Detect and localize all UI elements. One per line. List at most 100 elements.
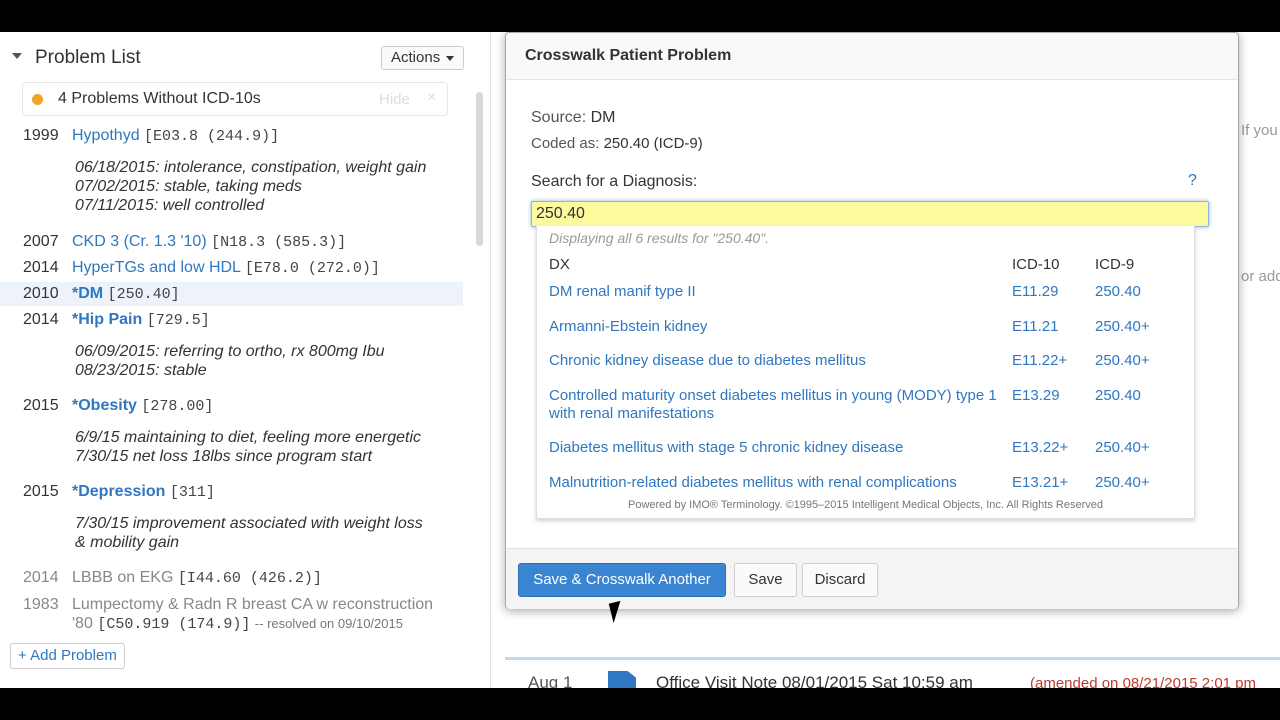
problem-year: 1983 <box>23 596 59 613</box>
result-icd9: 250.40+ <box>1095 318 1150 335</box>
visit-date: Aug 1 <box>528 673 573 688</box>
problem-name[interactable]: *Obesity <box>72 397 137 414</box>
background-snippet: If you <box>1241 122 1278 139</box>
result-icd9: 250.40+ <box>1095 352 1150 369</box>
problem-note: 08/23/2015: stable <box>75 362 207 379</box>
problem-name[interactable]: *Hip Pain <box>72 311 142 328</box>
problem-note: 07/11/2015: well controlled <box>75 197 265 214</box>
problem-list-header: Problem List Actions <box>0 44 470 74</box>
problem-item[interactable]: 2014 *Hip Pain [729.5] <box>0 311 470 331</box>
problem-note: 06/09/2015: referring to ortho, rx 800mg… <box>75 343 385 360</box>
source-line: Source: DM <box>531 109 615 127</box>
problem-name-cont: '80 <box>72 615 93 632</box>
problem-year: 1999 <box>23 127 59 144</box>
problem-codes: [278.00] <box>141 398 214 415</box>
problem-item-resolved[interactable]: 1983 Lumpectomy & Radn R breast CA w rec… <box>0 596 470 636</box>
problem-item[interactable]: 2015 *Depression [311] <box>0 483 470 503</box>
visit-note-title[interactable]: Office Visit Note 08/01/2015 Sat 10:59 a… <box>656 673 973 688</box>
problem-year: 2007 <box>23 233 59 250</box>
problem-name[interactable]: CKD 3 (Cr. 1.3 '10) <box>72 233 207 250</box>
problem-item[interactable]: 2014 HyperTGs and low HDL [E78.0 (272.0)… <box>0 259 470 279</box>
problem-note: 6/9/15 maintaining to diet, feeling more… <box>75 429 421 446</box>
problem-codes: [I44.60 (426.2)] <box>177 570 322 587</box>
problem-codes: [729.5] <box>146 312 210 329</box>
scrollbar[interactable] <box>476 92 483 246</box>
result-row[interactable]: Chronic kidney disease due to diabetes m… <box>537 352 1194 374</box>
problem-item[interactable]: 1999 Hypothyd [E03.8 (244.9)] <box>0 127 470 147</box>
source-label: Source: <box>531 109 587 126</box>
problem-name[interactable]: Lumpectomy & Radn R breast CA w reconstr… <box>72 596 433 614</box>
problem-codes: [311] <box>169 484 215 501</box>
alert-text[interactable]: 4 Problems Without ICD-10s <box>58 90 261 108</box>
column-header-dx: DX <box>549 256 570 273</box>
result-icd10: E11.22+ <box>1012 352 1068 369</box>
resolved-date: -- resolved on 09/10/2015 <box>254 616 403 631</box>
result-row[interactable]: Controlled maturity onset diabetes melli… <box>537 387 1194 427</box>
result-dx: Chronic kidney disease due to diabetes m… <box>549 352 866 369</box>
discard-button[interactable]: Discard <box>802 563 878 597</box>
problem-note: 7/30/15 net loss 18lbs since program sta… <box>75 448 373 465</box>
result-icd9: 250.40 <box>1095 283 1141 300</box>
problem-year: 2015 <box>23 483 59 500</box>
problem-codes: [N18.3 (585.3)] <box>211 234 347 251</box>
crosswalk-modal: Crosswalk Patient Problem Source: DM Cod… <box>505 32 1239 609</box>
save-and-crosswalk-another-button[interactable]: Save & Crosswalk Another <box>518 563 726 597</box>
result-row[interactable]: Diabetes mellitus with stage 5 chronic k… <box>537 439 1194 461</box>
help-icon[interactable]: ? <box>1188 172 1197 190</box>
result-row[interactable]: DM renal manif type II E11.29 250.40 <box>537 283 1194 305</box>
problem-item-selected[interactable]: 2010 *DM [250.40] <box>0 282 463 306</box>
problem-note: 06/18/2015: intolerance, constipation, w… <box>75 159 427 176</box>
problem-year: 2014 <box>23 259 59 276</box>
problem-item[interactable]: 2007 CKD 3 (Cr. 1.3 '10) [N18.3 (585.3)] <box>0 233 470 253</box>
app-screen: If you or add Aug 1 Office Visit Note 08… <box>0 32 1280 688</box>
result-icd9: 250.40 <box>1095 387 1141 404</box>
problem-year: 2015 <box>23 397 59 414</box>
problem-note: 7/30/15 improvement associated with weig… <box>75 515 423 532</box>
problem-note: & mobility gain <box>75 534 180 551</box>
close-icon[interactable]: × <box>427 89 436 107</box>
background-snippet: or add <box>1241 268 1280 285</box>
warning-dot-icon <box>32 94 43 105</box>
coded-label: Coded as: <box>531 135 600 152</box>
hide-link[interactable]: Hide <box>379 91 410 108</box>
source-value: DM <box>590 109 616 126</box>
save-button[interactable]: Save <box>734 563 797 597</box>
add-problem-button[interactable]: + Add Problem <box>10 643 125 669</box>
problem-name[interactable]: LBBB on EKG <box>72 569 173 586</box>
problem-name[interactable]: *DM <box>72 285 103 302</box>
result-row[interactable]: Armanni-Ebstein kidney E11.21 250.40+ <box>537 318 1194 340</box>
column-header-icd9: ICD-9 <box>1095 256 1135 273</box>
actions-dropdown[interactable]: Actions <box>381 46 465 70</box>
result-dx: Malnutrition-related diabetes mellitus w… <box>549 474 957 491</box>
results-info: Displaying all 6 results for "250.40". <box>549 230 770 246</box>
result-dx: DM renal manif type II <box>549 283 696 300</box>
result-icd10: E11.21 <box>1012 318 1059 335</box>
modal-title: Crosswalk Patient Problem <box>525 47 732 64</box>
result-icd9: 250.40+ <box>1095 474 1150 491</box>
chevron-down-icon <box>446 55 455 61</box>
modal-footer: Save & Crosswalk Another Save Discard <box>506 548 1238 609</box>
problem-name[interactable]: *Depression <box>72 483 165 500</box>
result-icd10: E13.29 <box>1012 387 1060 404</box>
diagnosis-search-input[interactable] <box>531 201 1209 227</box>
result-icd10: E13.21+ <box>1012 474 1069 491</box>
result-row[interactable]: Malnutrition-related diabetes mellitus w… <box>537 474 1194 496</box>
result-icd9: 250.40+ <box>1095 439 1150 456</box>
problem-item-inactive[interactable]: 2014 LBBB on EKG [I44.60 (426.2)] <box>0 569 470 589</box>
problem-item[interactable]: 2015 *Obesity [278.00] <box>0 397 470 417</box>
amended-note: (amended on 08/21/2015 2:01 pm <box>1030 675 1257 688</box>
collapse-caret-icon[interactable] <box>12 53 22 59</box>
problem-list-panel: Problem List Actions 4 Problems Without … <box>0 32 491 688</box>
coded-line: Coded as: 250.40 (ICD-9) <box>531 135 703 152</box>
result-icd10: E13.22+ <box>1012 439 1069 456</box>
problem-codes: [E78.0 (272.0)] <box>244 260 380 277</box>
result-dx: Controlled maturity onset diabetes melli… <box>549 387 997 422</box>
actions-label: Actions <box>391 49 441 66</box>
problem-name[interactable]: HyperTGs and low HDL <box>72 259 240 276</box>
problem-name[interactable]: Hypothyd <box>72 127 140 144</box>
missing-icd10-alert: 4 Problems Without ICD-10s Hide × <box>22 82 448 116</box>
result-icd10: E11.29 <box>1012 283 1059 300</box>
problem-codes: [C50.919 (174.9)] <box>97 616 251 633</box>
search-label: Search for a Diagnosis: <box>531 173 698 190</box>
result-dx: Armanni-Ebstein kidney <box>549 318 708 335</box>
